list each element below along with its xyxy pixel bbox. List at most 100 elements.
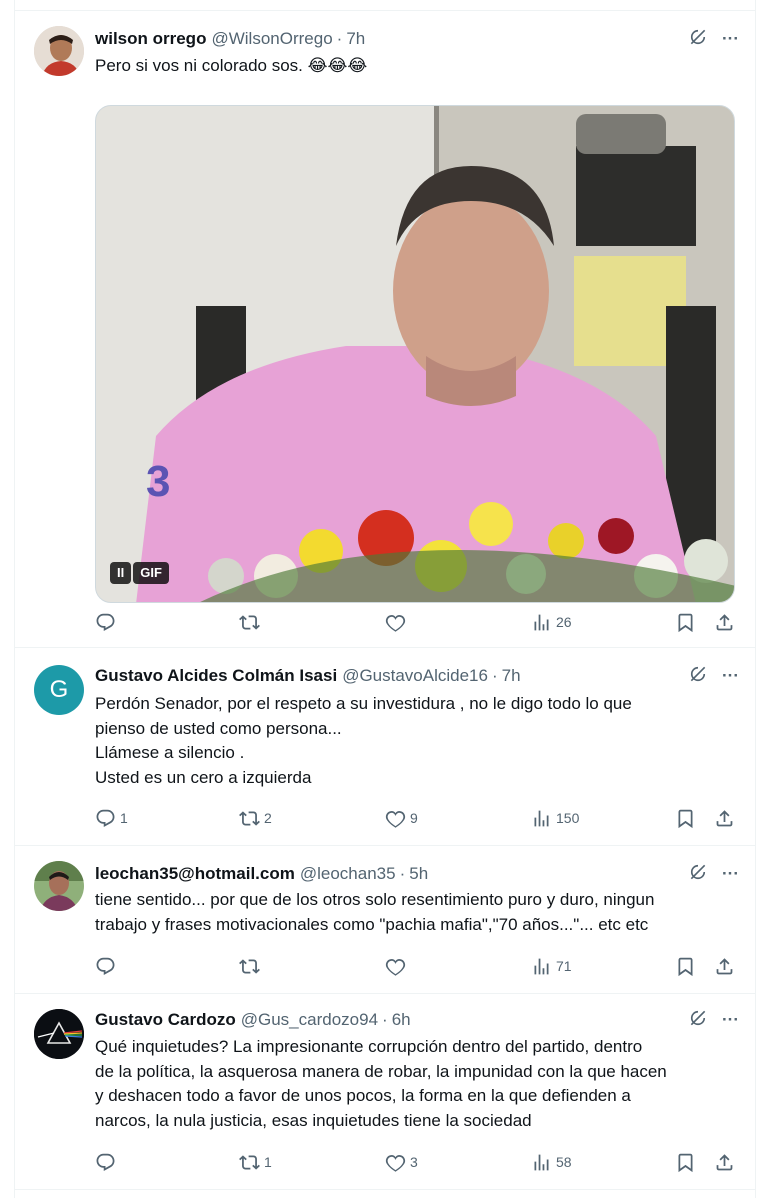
timestamp[interactable]: 6h bbox=[392, 1010, 411, 1030]
avatar[interactable] bbox=[34, 861, 84, 911]
grok-icon[interactable] bbox=[688, 862, 708, 887]
grok-icon[interactable] bbox=[688, 1008, 708, 1033]
tweet-text: Perdón Senador, por el respeto a su inve… bbox=[95, 692, 739, 790]
timestamp[interactable]: 7h bbox=[346, 29, 365, 49]
tweet-wilson[interactable]: wilson orrego @WilsonOrrego · 7h ··· Per… bbox=[15, 11, 755, 648]
tweet-header: Gustavo Cardozo @Gus_cardozo94 · 6h ··· bbox=[95, 1009, 739, 1031]
views-icon bbox=[531, 956, 552, 977]
bookmark-button[interactable] bbox=[675, 806, 696, 830]
action-bar: 71 bbox=[95, 954, 735, 978]
gif-media[interactable]: 3 II GIF bbox=[95, 105, 735, 603]
like-button[interactable] bbox=[385, 610, 410, 634]
retweet-button[interactable]: 1 bbox=[239, 1150, 272, 1174]
tweet-line: Pero si vos ni colorado sos. 😂😂😂 bbox=[95, 56, 368, 75]
author-handle[interactable]: @Gus_cardozo94 bbox=[241, 1010, 378, 1030]
share-icon bbox=[714, 1152, 735, 1173]
views-button[interactable]: 58 bbox=[531, 1150, 572, 1174]
tweet-text: tiene sentido... por que de los otros so… bbox=[95, 888, 739, 937]
grok-icon[interactable] bbox=[688, 27, 708, 52]
reply-button[interactable]: 1 bbox=[95, 806, 128, 830]
avatar[interactable] bbox=[34, 1009, 84, 1059]
tweet-line: y deshacen todo a favor de unos pocos, l… bbox=[95, 1086, 631, 1105]
bookmark-icon bbox=[675, 612, 696, 633]
separator: · bbox=[336, 29, 343, 48]
more-icon[interactable]: ··· bbox=[722, 666, 739, 686]
author-handle[interactable]: @GustavoAlcide16 bbox=[342, 666, 488, 686]
bookmark-button[interactable] bbox=[675, 954, 696, 978]
timestamp[interactable]: 5h bbox=[409, 864, 428, 884]
views-icon bbox=[531, 1152, 552, 1173]
retweet-icon bbox=[239, 1152, 260, 1173]
share-icon bbox=[714, 808, 735, 829]
retweet-button[interactable] bbox=[239, 954, 264, 978]
action-bar: 1 3 58 bbox=[95, 1150, 735, 1174]
gif-frame-icon: 3 bbox=[96, 106, 734, 602]
like-icon bbox=[385, 808, 406, 829]
reply-icon bbox=[95, 808, 116, 829]
like-button[interactable]: 9 bbox=[385, 806, 418, 830]
separator: · bbox=[399, 864, 406, 883]
tweet-line: narcos, la nula justicia, esas inquietud… bbox=[95, 1110, 532, 1130]
share-button[interactable] bbox=[714, 954, 735, 978]
retweet-button[interactable] bbox=[239, 610, 264, 634]
avatar[interactable]: G bbox=[34, 665, 84, 715]
views-button[interactable]: 150 bbox=[531, 806, 579, 830]
tweet-line: pienso de usted como persona... bbox=[95, 718, 342, 738]
tweet-text: Qué inquietudes? La impresionante corrup… bbox=[95, 1035, 739, 1133]
author-name[interactable]: leochan35@hotmail.com bbox=[95, 864, 295, 884]
reply-icon bbox=[95, 956, 116, 977]
retweet-button[interactable]: 2 bbox=[239, 806, 272, 830]
views-button[interactable]: 71 bbox=[531, 954, 572, 978]
tweet-line: de la política, la asquerosa manera de r… bbox=[95, 1061, 667, 1081]
timeline-column: wilson orrego @WilsonOrrego · 7h ··· Per… bbox=[14, 0, 756, 1198]
like-icon bbox=[385, 612, 406, 633]
pause-icon[interactable]: II bbox=[110, 562, 132, 584]
tweet-line: Qué inquietudes? La impresionante corrup… bbox=[95, 1037, 643, 1056]
author-name[interactable]: Gustavo Cardozo bbox=[95, 1010, 236, 1030]
share-button[interactable] bbox=[714, 1150, 735, 1174]
gif-label: GIF bbox=[133, 562, 169, 584]
avatar-photo-icon bbox=[34, 861, 84, 911]
more-icon[interactable]: ··· bbox=[722, 1010, 739, 1030]
more-icon[interactable]: ··· bbox=[722, 29, 739, 49]
bookmark-button[interactable] bbox=[675, 610, 696, 634]
like-button[interactable]: 3 bbox=[385, 1150, 418, 1174]
views-icon bbox=[531, 808, 552, 829]
avatar-photo-icon bbox=[34, 26, 84, 76]
gif-badge[interactable]: II GIF bbox=[110, 562, 169, 584]
timestamp[interactable]: 7h bbox=[502, 666, 521, 686]
tweet-gustavo-cardozo[interactable]: Gustavo Cardozo @Gus_cardozo94 · 6h ··· … bbox=[15, 994, 755, 1190]
tweet-line: Usted es un cero a izquierda bbox=[95, 767, 312, 787]
tweet-leochan[interactable]: leochan35@hotmail.com @leochan35 · 5h ··… bbox=[15, 846, 755, 994]
like-button[interactable] bbox=[385, 954, 410, 978]
grok-icon[interactable] bbox=[688, 664, 708, 689]
views-icon bbox=[531, 612, 552, 633]
svg-text:3: 3 bbox=[146, 457, 170, 506]
separator: · bbox=[382, 1010, 388, 1029]
author-name[interactable]: wilson orrego bbox=[95, 29, 206, 49]
views-button[interactable]: 26 bbox=[531, 610, 572, 634]
share-icon bbox=[714, 956, 735, 977]
share-button[interactable] bbox=[714, 806, 735, 830]
tweet-header: wilson orrego @WilsonOrrego · 7h ··· bbox=[95, 28, 739, 50]
retweet-icon bbox=[239, 612, 260, 633]
author-handle[interactable]: @leochan35 bbox=[300, 864, 396, 884]
author-name[interactable]: Gustavo Alcides Colmán Isasi bbox=[95, 666, 337, 686]
author-handle[interactable]: @WilsonOrrego bbox=[211, 29, 332, 49]
tweet-header: leochan35@hotmail.com @leochan35 · 5h ··… bbox=[95, 863, 739, 885]
tweet-header: Gustavo Alcides Colmán Isasi @GustavoAlc… bbox=[95, 665, 739, 687]
reply-button[interactable] bbox=[95, 610, 120, 634]
tweet-line: tiene sentido... por que de los otros so… bbox=[95, 890, 655, 909]
action-bar: 26 bbox=[95, 610, 735, 634]
reply-button[interactable] bbox=[95, 1150, 120, 1174]
like-icon bbox=[385, 956, 406, 977]
tweet-gustavo-alcides[interactable]: G Gustavo Alcides Colmán Isasi @GustavoA… bbox=[15, 648, 755, 846]
reply-icon bbox=[95, 1152, 116, 1173]
avatar[interactable] bbox=[34, 26, 84, 76]
more-icon[interactable]: ··· bbox=[722, 864, 739, 884]
separator: · bbox=[491, 666, 498, 685]
share-button[interactable] bbox=[714, 610, 735, 634]
reply-button[interactable] bbox=[95, 954, 120, 978]
bookmark-button[interactable] bbox=[675, 1150, 696, 1174]
retweet-icon bbox=[239, 956, 260, 977]
